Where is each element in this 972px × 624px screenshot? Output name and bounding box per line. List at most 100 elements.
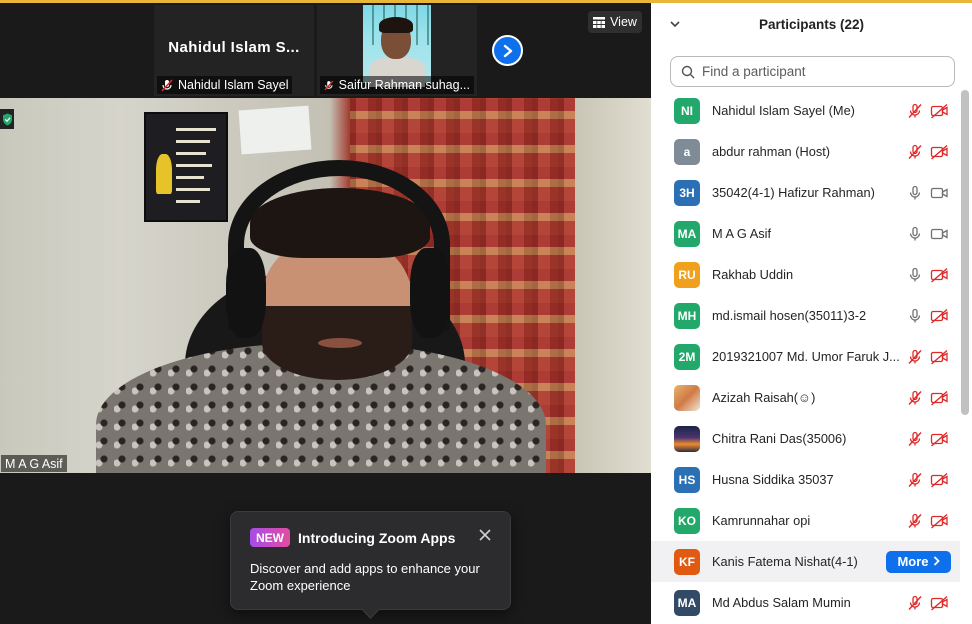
mic-muted-icon[interactable]: [907, 103, 923, 119]
participant-name: Chitra Rani Das(35006): [712, 431, 847, 446]
more-button-label: More: [897, 554, 929, 569]
avatar: HS: [674, 466, 700, 493]
participant-tile[interactable]: Nahidul Islam S... Nahidul Islam Sayel: [154, 5, 314, 96]
avatar: MA: [674, 220, 700, 247]
participant-row[interactable]: KF Kanis Fatema Nishat(4-1) More: [651, 541, 960, 582]
tile-label: Saifur Rahman suhag...: [320, 76, 474, 94]
video-off-icon[interactable]: [930, 390, 949, 406]
new-badge: NEW: [250, 528, 290, 547]
window-top-accent: [0, 0, 972, 3]
participant-name: M A G Asif: [712, 226, 772, 241]
view-grid-icon: [593, 16, 606, 28]
participant-row[interactable]: MA M A G Asif: [651, 213, 960, 254]
video-off-icon[interactable]: [930, 103, 949, 119]
participant-row[interactable]: 2M 2019321007 Md. Umor Faruk J...: [651, 336, 960, 377]
participants-panel: Participants (22) NI Nahidul Islam Sayel …: [651, 3, 972, 624]
mic-muted-icon: [324, 80, 334, 90]
video-off-icon[interactable]: [930, 144, 949, 160]
participant-search[interactable]: [670, 56, 955, 87]
video-off-icon[interactable]: [930, 595, 949, 611]
video-icon[interactable]: [930, 226, 949, 242]
tile-participant-name: Saifur Rahman suhag...: [338, 78, 470, 92]
tile-participant-name: Nahidul Islam Sayel: [178, 78, 289, 92]
participant-row[interactable]: MA Md Abdus Salam Mumin: [651, 582, 960, 623]
video-icon[interactable]: [930, 185, 949, 201]
participant-row[interactable]: KO Kamrunnahar opi: [651, 500, 960, 541]
mic-icon[interactable]: [907, 226, 923, 242]
chevron-down-icon[interactable]: [669, 18, 681, 30]
avatar: [674, 384, 700, 411]
panel-header: Participants (22): [651, 3, 972, 45]
participant-name: abdur rahman (Host): [712, 144, 831, 159]
participant-row[interactable]: Chitra Rani Das(35006): [651, 418, 960, 459]
avatar: KF: [674, 548, 700, 575]
video-off-icon[interactable]: [930, 267, 949, 283]
avatar: 2M: [674, 343, 700, 370]
search-icon: [681, 65, 695, 78]
zoom-apps-toast: NEW Introducing Zoom Apps Discover and a…: [230, 511, 511, 610]
video-off-icon[interactable]: [930, 308, 949, 324]
avatar: MH: [674, 302, 700, 329]
avatar: NI: [674, 97, 700, 124]
avatar: 3H: [674, 179, 700, 206]
mic-icon[interactable]: [907, 267, 923, 283]
video-off-icon[interactable]: [930, 472, 949, 488]
chevron-right-icon: [933, 554, 940, 569]
avatar: MA: [674, 589, 700, 616]
mic-muted-icon[interactable]: [907, 390, 923, 406]
toast-title: Introducing Zoom Apps: [298, 529, 456, 546]
mic-muted-icon[interactable]: [907, 144, 923, 160]
video-off-icon[interactable]: [930, 431, 949, 447]
participant-name: 35042(4-1) Hafizur Rahman): [712, 185, 875, 200]
participant-row[interactable]: a abdur rahman (Host): [651, 131, 960, 172]
active-speaker-name: M A G Asif: [1, 455, 67, 472]
next-page-button[interactable]: [492, 35, 523, 66]
participant-name: Rakhab Uddin: [712, 267, 794, 282]
participant-row[interactable]: 3H 35042(4-1) Hafizur Rahman): [651, 172, 960, 213]
view-button[interactable]: View: [588, 11, 642, 33]
avatar: [674, 425, 700, 452]
participant-row[interactable]: Azizah Raisah(☺): [651, 377, 960, 418]
meeting-area: Nahidul Islam S... Nahidul Islam Sayel S…: [0, 0, 651, 624]
participant-tile[interactable]: Saifur Rahman suhag...: [317, 5, 477, 96]
mic-icon[interactable]: [907, 308, 923, 324]
mic-muted-icon[interactable]: [907, 349, 923, 365]
mic-muted-icon[interactable]: [907, 595, 923, 611]
participant-list: NI Nahidul Islam Sayel (Me) a abdur rahman …: [651, 90, 960, 624]
mic-muted-icon[interactable]: [907, 472, 923, 488]
participant-name: Husna Siddika 35037: [712, 472, 834, 487]
participant-name: Azizah Raisah(☺): [712, 390, 816, 405]
participant-list-scrollbar[interactable]: [961, 90, 969, 415]
toast-body: Discover and add apps to enhance your Zo…: [250, 561, 480, 593]
mic-muted-icon: [161, 78, 173, 92]
active-speaker-video: [0, 98, 651, 473]
tile-name-placeholder: Nahidul Islam S...: [168, 39, 300, 56]
view-label: View: [610, 15, 637, 29]
avatar: a: [674, 138, 700, 165]
participant-video: [363, 5, 431, 87]
avatar: RU: [674, 261, 700, 288]
panel-title: Participants (22): [758, 16, 865, 32]
close-icon[interactable]: [478, 528, 492, 542]
participant-row[interactable]: HS Husna Siddika 35037: [651, 459, 960, 500]
avatar: KO: [674, 507, 700, 534]
chevron-right-icon: [503, 44, 512, 57]
video-off-icon[interactable]: [930, 349, 949, 365]
mic-muted-icon[interactable]: [907, 513, 923, 529]
video-off-icon[interactable]: [930, 513, 949, 529]
mic-icon[interactable]: [907, 185, 923, 201]
participant-row[interactable]: NI Nahidul Islam Sayel (Me): [651, 90, 960, 131]
more-button[interactable]: More: [886, 550, 951, 573]
search-input[interactable]: [702, 64, 942, 79]
tile-label: Nahidul Islam Sayel: [157, 76, 293, 94]
participant-name: 2019321007 Md. Umor Faruk J...: [712, 349, 900, 364]
participant-name: Kamrunnahar opi: [712, 513, 811, 528]
participant-name: md.ismail hosen(35011)3-2: [712, 308, 867, 323]
shield-icon[interactable]: [0, 109, 14, 129]
participant-name: Md Abdus Salam Mumin: [712, 595, 851, 610]
participant-row[interactable]: MH md.ismail hosen(35011)3-2: [651, 295, 960, 336]
participant-name: Kanis Fatema Nishat(4-1): [712, 554, 858, 569]
participant-row[interactable]: RU Rakhab Uddin: [651, 254, 960, 295]
mic-muted-icon[interactable]: [907, 431, 923, 447]
participant-name: Nahidul Islam Sayel (Me): [712, 103, 855, 118]
